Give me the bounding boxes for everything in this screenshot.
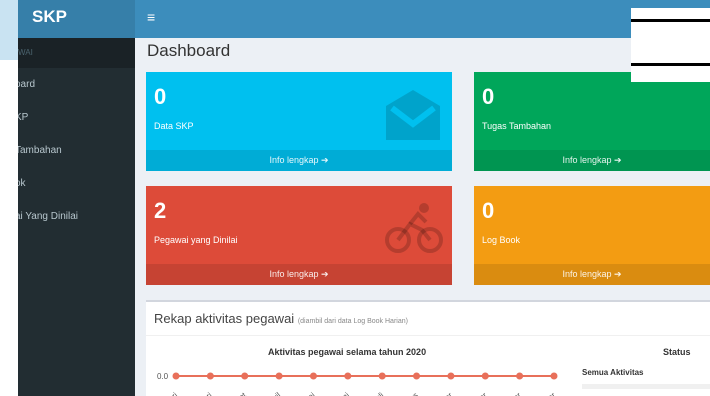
top-navbar: ≡ [135,0,710,38]
sidebar-item-tugas-tambahan[interactable]: Tambahan [18,134,135,167]
info-box-value: 2 [154,198,167,223]
x-tick-label: stus [403,391,420,396]
data-point[interactable] [550,372,558,380]
x-tick-label: mber [503,390,523,396]
sidebar-item-label: ok [18,178,26,189]
menu-toggle-icon[interactable]: ≡ [147,9,155,25]
y-tick-label: 0.0 [157,372,169,381]
activity-panel: Rekap aktivitas pegawai (diambil dari da… [146,300,710,396]
data-point[interactable] [516,372,524,380]
sidebar-item-label: oard [18,79,36,90]
data-point[interactable] [172,372,180,380]
data-point[interactable] [206,372,214,380]
info-box-label: Log Book [482,235,521,245]
info-lengkap-link[interactable]: Info lengkap ➔ [146,264,452,285]
x-tick-label: mber [538,390,558,396]
data-point[interactable] [241,372,249,380]
overlay-line [631,63,710,66]
sidebar-item-log-book[interactable]: ok [18,167,135,200]
envelope-icon [386,90,440,140]
app-logo[interactable]: SKP [18,0,135,40]
info-box-label: Data SKP [154,121,194,131]
info-lengkap-link[interactable]: Info lengkap ➔ [474,264,710,285]
info-lengkap-link[interactable]: Info lengkap ➔ [146,150,452,171]
x-tick-label: ari [167,390,180,396]
x-tick-label: mber [434,390,454,396]
panel-divider [146,335,710,336]
x-tick-label: Juli [370,391,385,396]
info-box-pegawai-dinilai: 2 Pegawai yang Dinilai Info lengkap ➔ [146,186,452,285]
sidebar-item-label: Tambahan [18,145,62,156]
info-lengkap-link[interactable]: Info lengkap ➔ [474,150,710,171]
sidebar-item-label: ai Yang Dinilai [18,211,79,222]
x-tick-label: pril [268,390,282,396]
main-content: Dashboard 0 Data SKP Info lengkap ➔ 0 Tu… [135,38,710,396]
data-point[interactable] [309,372,317,380]
x-tick-label: uari [198,390,214,396]
x-tick-label: aret [232,390,249,396]
data-point[interactable] [413,372,421,380]
chart-title: Aktivitas pegawai selama tahun 2020 [268,347,427,357]
info-box-tugas-tambahan: 0 Tugas Tambahan Info lengkap ➔ [474,72,710,171]
x-tick-label: Juni [334,391,351,396]
activity-line-chart: 0.0 ari uari aret pril Mei Juni Juli stus mber obe… [157,372,558,396]
panel-title-text: Rekap aktivitas pegawai [154,311,295,326]
info-box-log-book: 0 Log Book Info lengkap ➔ [474,186,710,285]
data-point[interactable] [344,372,352,380]
page: SKP ≡ WAI oard KP Tambahan ok ai Yang Di… [0,0,710,396]
info-box-data-skp: 0 Data SKP Info lengkap ➔ [146,72,452,171]
info-box-label: Tugas Tambahan [482,121,552,131]
status-item-label: Semua Aktivitas [582,368,644,377]
data-point[interactable] [275,372,283,380]
background-corner-top [0,0,20,40]
panel-title: Rekap aktivitas pegawai (diambil dari da… [154,311,408,326]
sidebar-item-pegawai-dinilai[interactable]: ai Yang Dinilai [18,200,135,233]
data-point[interactable] [378,372,386,380]
info-box-value: 0 [482,84,495,109]
data-point[interactable] [481,372,489,380]
bicycle-icon [385,203,443,253]
sidebar-item-label: KP [18,112,29,123]
page-title: Dashboard [147,41,231,60]
panel-subtitle: (diambil dari data Log Book Harian) [297,318,408,325]
sidebar: WAI oard KP Tambahan ok ai Yang Dinilai [18,38,135,396]
status-progress-bar [582,384,710,389]
status-title: Status [663,347,691,357]
x-tick-label: ober [471,390,489,396]
sidebar-item-dashboard[interactable]: oard [18,68,135,101]
sidebar-item-skp[interactable]: KP [18,101,135,134]
info-box-value: 0 [154,84,167,109]
data-point[interactable] [447,372,455,380]
overlay-line [631,19,710,22]
info-box-value: 0 [482,198,495,223]
sidebar-header: WAI [18,38,135,68]
x-tick-label: Mei [301,390,317,396]
overlay-artifact [631,8,710,82]
info-box-label: Pegawai yang Dinilai [154,235,238,245]
